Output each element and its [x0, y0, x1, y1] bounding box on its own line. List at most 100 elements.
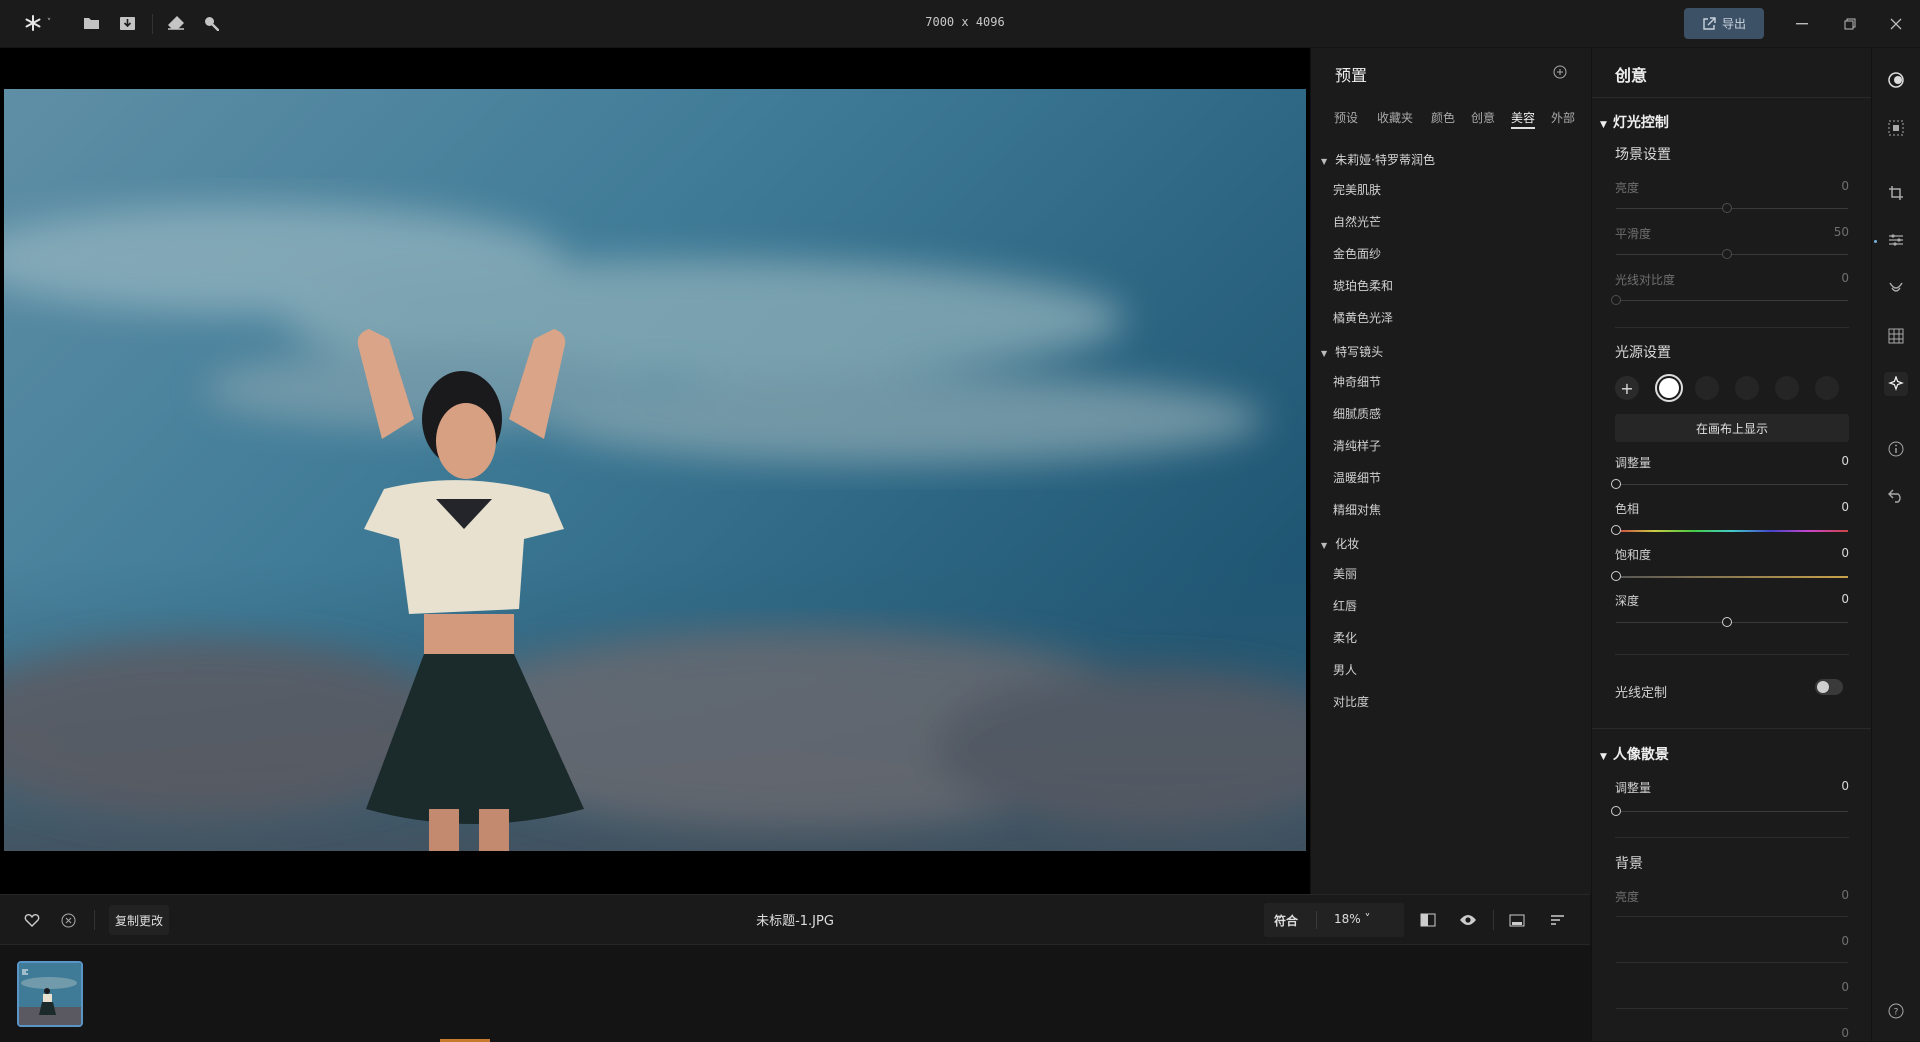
- light-source-slot[interactable]: [1735, 376, 1759, 400]
- light-source-slot-active[interactable]: [1655, 374, 1683, 402]
- reject-icon[interactable]: [58, 910, 78, 930]
- tab-favorites[interactable]: 收藏夹: [1377, 109, 1413, 126]
- divider: [94, 910, 95, 930]
- export-button[interactable]: 导出: [1684, 8, 1764, 39]
- slider-value-depth: 0: [1841, 592, 1849, 606]
- section-label: 人像散景: [1612, 747, 1669, 763]
- slider-knob-depth[interactable]: [1722, 617, 1732, 627]
- close-icon[interactable]: [1886, 14, 1906, 34]
- photo-preview[interactable]: [4, 89, 1306, 851]
- slider-knob-brightness[interactable]: [1722, 203, 1732, 213]
- zoom-control: 符合 18% ˅: [1264, 903, 1404, 937]
- preview-eye-icon[interactable]: [1458, 910, 1478, 930]
- grid-icon[interactable]: [1884, 324, 1908, 348]
- slider-knob-light-contrast[interactable]: [1611, 295, 1621, 305]
- copy-changes-button[interactable]: 复制更改: [109, 905, 169, 935]
- slider-track[interactable]: [1616, 254, 1848, 255]
- slider-track[interactable]: [1616, 1008, 1848, 1009]
- light-control-header[interactable]: ▼ 灯光控制: [1600, 112, 1669, 132]
- add-preset-icon[interactable]: [1551, 63, 1569, 81]
- light-source-slot[interactable]: [1775, 376, 1799, 400]
- slider-track[interactable]: [1616, 208, 1848, 209]
- slider-track[interactable]: [1616, 300, 1848, 301]
- help-icon[interactable]: ?: [1884, 999, 1908, 1023]
- slider-value-smoothness: 50: [1833, 225, 1849, 239]
- portrait-bokeh-header[interactable]: ▼ 人像散景: [1600, 744, 1669, 764]
- add-light-source-icon[interactable]: +: [1615, 376, 1639, 400]
- slider-knob-saturation[interactable]: [1611, 571, 1621, 581]
- preset-item[interactable]: 清纯样子: [1333, 437, 1381, 454]
- presets-rail-icon[interactable]: [1884, 68, 1908, 92]
- preset-item[interactable]: 橘黄色光泽: [1333, 309, 1393, 326]
- light-source-slot[interactable]: [1815, 376, 1839, 400]
- preset-item[interactable]: 对比度: [1333, 693, 1369, 710]
- custom-light-label: 光线定制: [1615, 686, 1668, 701]
- slider-label-depth: 深度: [1615, 594, 1640, 608]
- saturation-slider-track[interactable]: [1616, 576, 1848, 578]
- sort-icon[interactable]: [1547, 910, 1567, 930]
- tab-beauty[interactable]: 美容: [1511, 109, 1535, 126]
- app-logo-icon[interactable]: [22, 12, 44, 34]
- slider-track[interactable]: [1616, 811, 1848, 812]
- zoom-dropdown[interactable]: 18% ˅: [1334, 912, 1371, 926]
- crop-icon[interactable]: [1884, 181, 1908, 205]
- preset-item[interactable]: 温暖细节: [1333, 469, 1381, 486]
- info-icon[interactable]: [1884, 437, 1908, 461]
- slider-knob-bokeh-amount[interactable]: [1611, 806, 1621, 816]
- layers-rail-icon[interactable]: [1884, 116, 1908, 140]
- slider-knob-smoothness[interactable]: [1722, 249, 1732, 259]
- custom-light-toggle[interactable]: [1815, 679, 1843, 695]
- preset-item[interactable]: 红唇: [1333, 597, 1357, 614]
- folder-icon[interactable]: [80, 13, 102, 33]
- creative-magic-icon[interactable]: [1884, 372, 1908, 396]
- fit-button[interactable]: 符合: [1274, 912, 1298, 929]
- slider-track[interactable]: [1616, 916, 1848, 917]
- preset-item[interactable]: 完美肌肤: [1333, 181, 1381, 198]
- filmstrip-thumbnail[interactable]: [17, 961, 83, 1027]
- tab-external[interactable]: 外部: [1551, 109, 1575, 126]
- preset-item[interactable]: 男人: [1333, 661, 1357, 678]
- preset-item[interactable]: 细腻质感: [1333, 405, 1381, 422]
- import-icon[interactable]: [116, 13, 138, 33]
- slider-track[interactable]: [1616, 622, 1848, 623]
- adjustments-icon[interactable]: [1884, 228, 1908, 252]
- compare-view-icon[interactable]: [1418, 910, 1438, 930]
- maximize-icon[interactable]: [1840, 14, 1860, 34]
- tab-color[interactable]: 颜色: [1431, 109, 1455, 126]
- light-source-slot[interactable]: [1695, 376, 1719, 400]
- chevron-down-icon[interactable]: ˅: [44, 16, 54, 30]
- search-zoom-icon[interactable]: [200, 13, 222, 33]
- portrait-icon[interactable]: [1884, 276, 1908, 300]
- slider-knob-amount[interactable]: [1611, 479, 1621, 489]
- slider-track[interactable]: [1616, 962, 1848, 963]
- slider-value-bokeh-amount: 0: [1841, 779, 1849, 793]
- divider: [1592, 728, 1871, 729]
- preset-item[interactable]: 自然光芒: [1333, 213, 1381, 230]
- preset-group-1[interactable]: ▼ 朱莉娅·特罗蒂润色: [1321, 151, 1435, 168]
- preset-item[interactable]: 柔化: [1333, 629, 1357, 646]
- preset-item[interactable]: 美丽: [1333, 565, 1357, 582]
- show-on-canvas-button[interactable]: 在画布上显示: [1615, 414, 1849, 442]
- minimize-icon[interactable]: [1792, 14, 1812, 34]
- tab-creative[interactable]: 创意: [1471, 109, 1495, 126]
- undo-history-icon[interactable]: [1884, 484, 1908, 508]
- preset-group-3[interactable]: ▼ 化妆: [1321, 535, 1359, 552]
- tab-presets[interactable]: 预设: [1334, 109, 1358, 126]
- hue-slider-track[interactable]: [1616, 530, 1848, 532]
- preset-item[interactable]: 琥珀色柔和: [1333, 277, 1393, 294]
- divider: [1615, 837, 1849, 838]
- preset-item[interactable]: 精细对焦: [1333, 501, 1381, 518]
- edited-badge-icon: [21, 965, 29, 975]
- collapse-triangle-icon: ▼: [1321, 349, 1328, 358]
- slider-track[interactable]: [1616, 484, 1848, 485]
- preset-group-2[interactable]: ▼ 特写镜头: [1321, 343, 1383, 360]
- filmstrip-toggle-icon[interactable]: [1507, 910, 1527, 930]
- heart-icon[interactable]: [22, 910, 42, 930]
- slider-knob-hue[interactable]: [1611, 525, 1621, 535]
- preset-item[interactable]: 金色面纱: [1333, 245, 1381, 262]
- eraser-icon[interactable]: [165, 13, 187, 33]
- preset-item[interactable]: 神奇细节: [1333, 373, 1381, 390]
- collapse-triangle-icon: ▼: [1321, 157, 1328, 166]
- scene-settings-header: 场景设置: [1615, 147, 1671, 163]
- collapse-triangle-icon: ▼: [1600, 752, 1607, 762]
